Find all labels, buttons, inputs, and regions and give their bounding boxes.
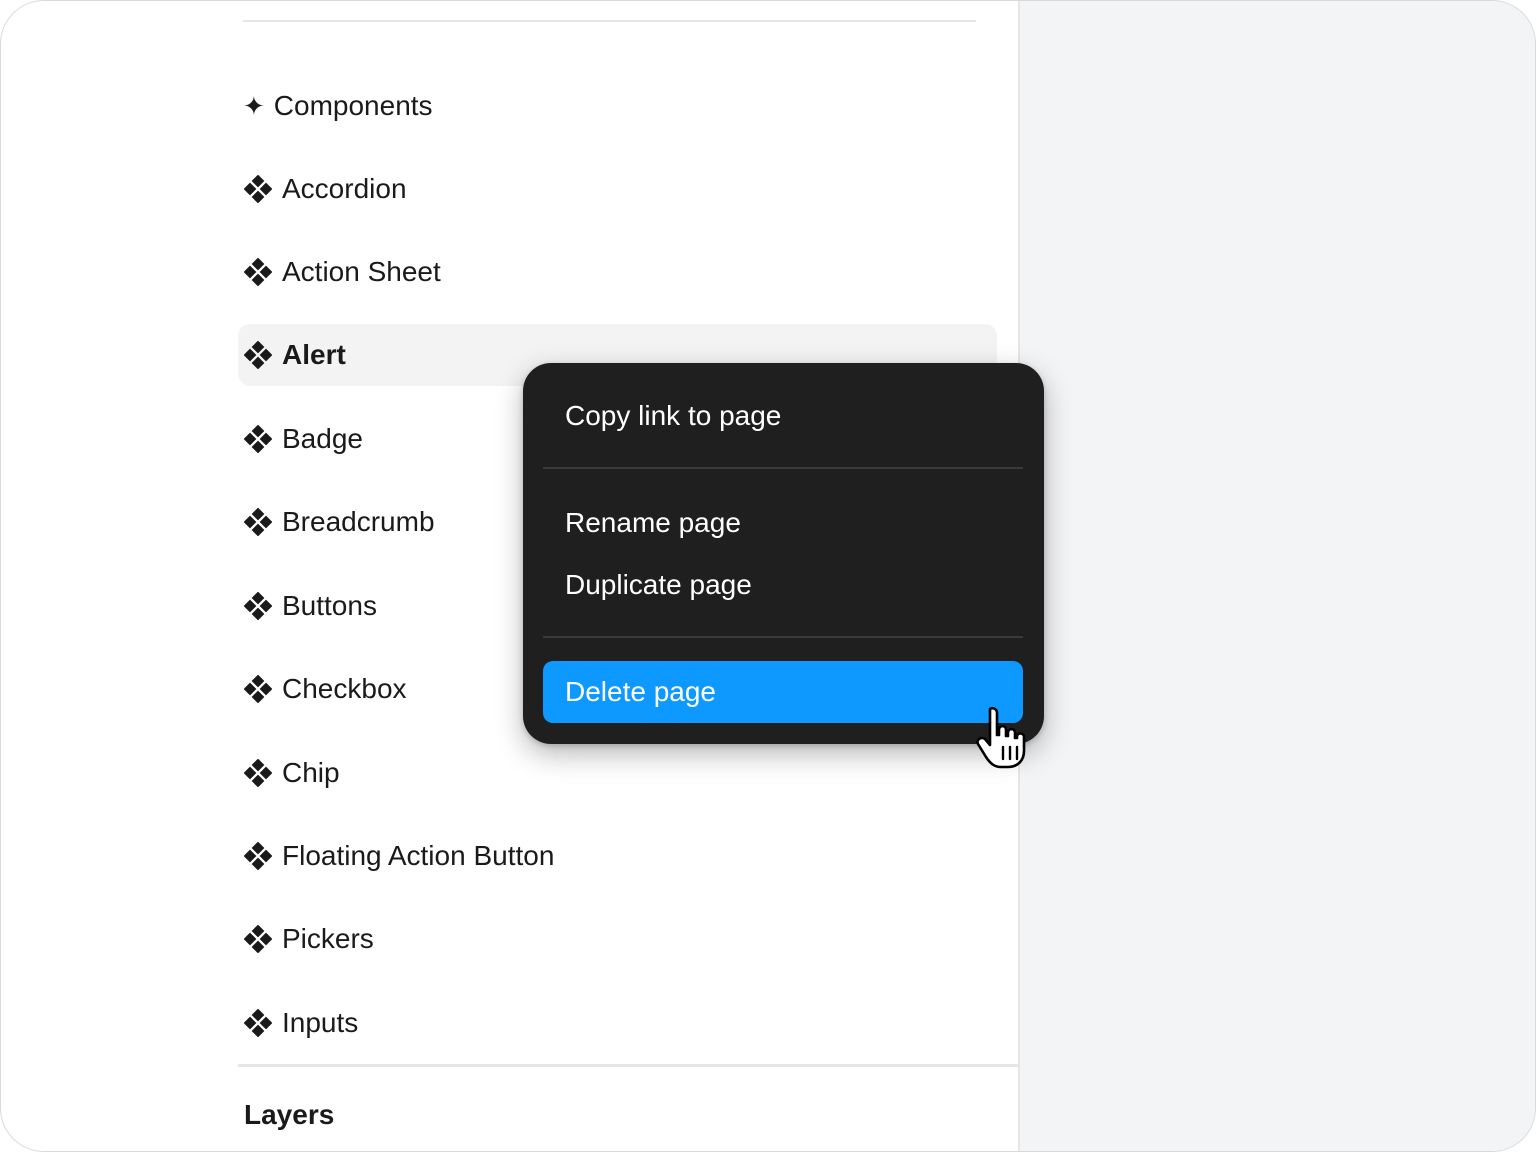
page-item-accordion[interactable]: Accordion <box>238 158 997 220</box>
component-icon <box>244 1009 272 1037</box>
component-icon <box>244 341 272 369</box>
menu-item-label: Copy link to page <box>565 400 782 431</box>
component-icon <box>244 425 272 453</box>
page-item-inputs[interactable]: Inputs <box>238 992 997 1054</box>
canvas-area[interactable] <box>1018 1 1535 1151</box>
page-item-label: Inputs <box>282 1007 359 1038</box>
divider <box>238 1064 1018 1067</box>
section-title: Components <box>273 90 433 121</box>
section-header-components[interactable]: ✦ Components <box>243 85 433 127</box>
component-icon <box>244 508 272 536</box>
component-icon <box>244 842 272 870</box>
page-item-action-sheet[interactable]: Action Sheet <box>238 241 997 303</box>
divider <box>243 20 976 22</box>
component-icon <box>244 175 272 203</box>
page-item-label: Alert <box>282 339 346 370</box>
context-menu: Copy link to page Rename page Duplicate … <box>523 363 1044 744</box>
page-item-label: Chip <box>282 757 340 788</box>
component-icon <box>244 675 272 703</box>
page-item-label: Badge <box>282 423 363 454</box>
page-item-label: Action Sheet <box>282 256 441 287</box>
page-item-label: Accordion <box>282 173 407 204</box>
page-item-label: Breadcrumb <box>282 506 435 537</box>
layers-title: Layers <box>244 1099 335 1130</box>
menu-item-rename[interactable]: Rename page <box>543 492 1023 554</box>
page-item-floating-action-button[interactable]: Floating Action Button <box>238 825 997 887</box>
menu-divider <box>543 467 1023 469</box>
page-item-label: Pickers <box>282 923 374 954</box>
menu-item-label: Duplicate page <box>565 569 752 600</box>
page-item-chip[interactable]: Chip <box>238 742 997 804</box>
component-icon <box>244 258 272 286</box>
hand-pointer-icon <box>976 706 1026 769</box>
page-item-label: Buttons <box>282 590 377 621</box>
page-item-label: Floating Action Button <box>282 840 555 871</box>
page-item-pickers[interactable]: Pickers <box>238 908 997 970</box>
menu-item-label: Rename page <box>565 507 741 538</box>
menu-item-copy-link[interactable]: Copy link to page <box>543 385 1023 447</box>
page-item-label: Checkbox <box>282 673 407 704</box>
menu-item-delete[interactable]: Delete page <box>543 661 1023 723</box>
menu-divider <box>543 636 1023 638</box>
menu-item-duplicate[interactable]: Duplicate page <box>543 554 1023 616</box>
component-icon <box>244 592 272 620</box>
sparkle-icon: ✦ <box>243 91 265 121</box>
menu-item-label: Delete page <box>565 676 717 707</box>
component-icon <box>244 759 272 787</box>
component-icon <box>244 925 272 953</box>
app-window: ✦ Components Accordion Action Sheet Aler… <box>0 0 1536 1152</box>
